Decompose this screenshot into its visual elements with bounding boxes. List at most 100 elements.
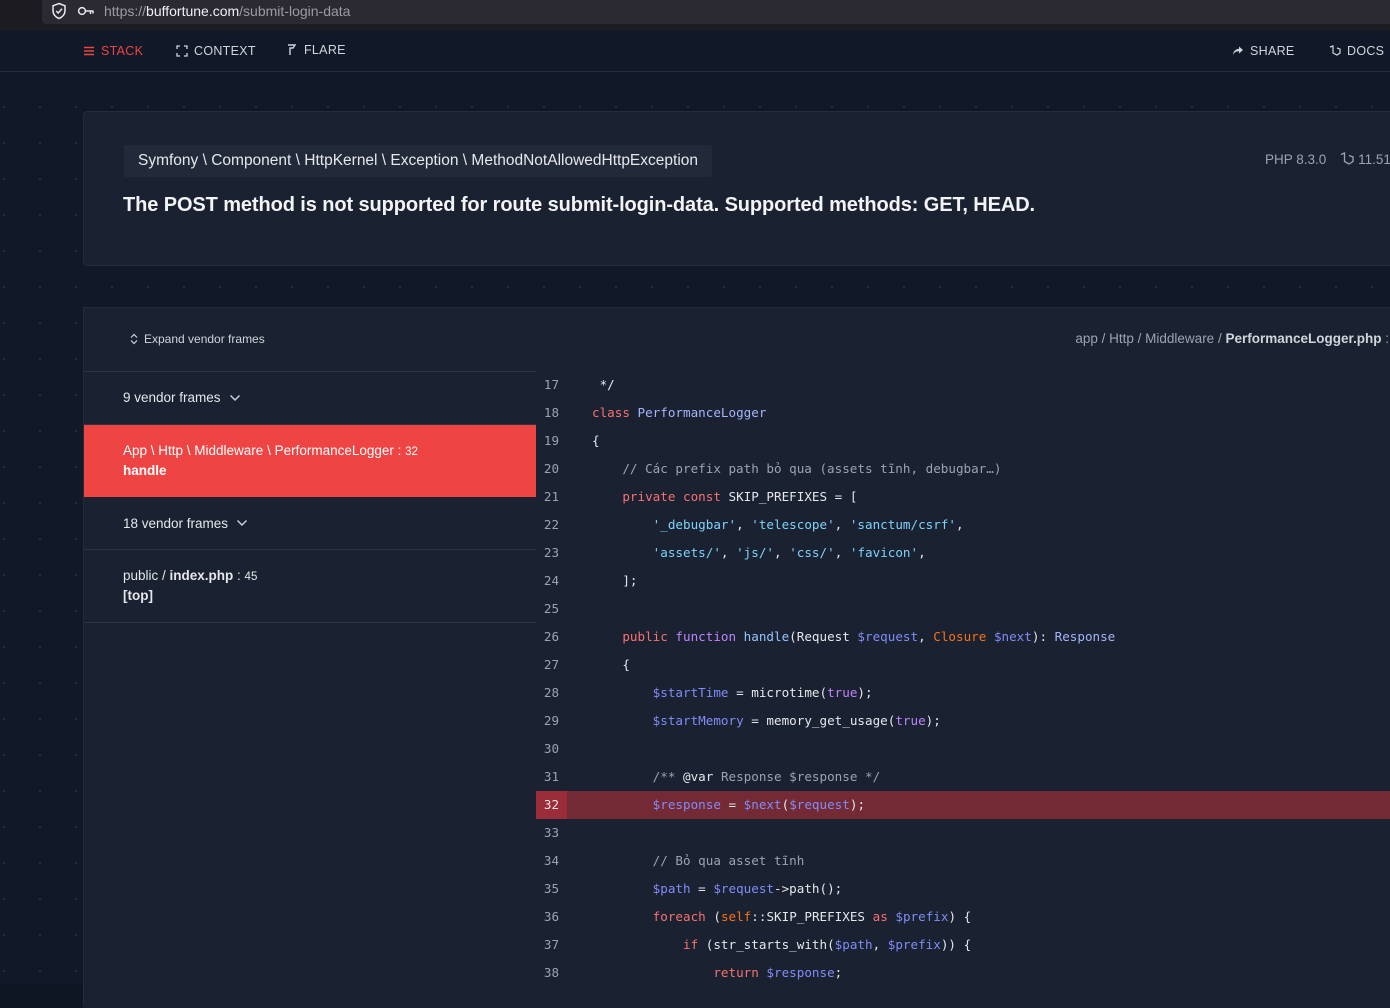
line-number[interactable]: 17 [536,371,567,399]
code-line[interactable]: 26 public function handle(Request $reque… [536,623,1390,651]
code-token: private const [622,489,729,504]
code-line[interactable]: 20 // Các prefix path bỏ qua (assets tĩn… [536,455,1390,483]
expand-frame-icon [176,45,188,57]
line-number[interactable]: 20 [536,455,567,483]
nav-flare[interactable]: FLARE [286,43,346,57]
code-token: ): [1031,629,1055,644]
expand-vendor-frames-button[interactable]: Expand vendor frames [130,332,265,346]
code-token: foreach [652,909,714,924]
code-token: Response [1054,629,1116,644]
line-number[interactable]: 26 [536,623,567,651]
code-line[interactable]: 25 [536,595,1390,623]
code-line[interactable]: 31 /** @var Response $response */ [536,763,1390,791]
line-number[interactable]: 35 [536,875,567,903]
nav-stack-label: STACK [101,44,144,58]
address-text[interactable]: https://buffortune.com/submit-login-data [104,3,350,19]
line-number[interactable]: 31 [536,763,567,791]
expand-vendor-frames-label: Expand vendor frames [144,332,265,346]
vendor-frames-label: 18 vendor frames [123,515,229,531]
code-line[interactable]: 36 foreach (self::SKIP_PREFIXES as $pref… [536,903,1390,931]
code-token: 'js/' [736,545,775,560]
code-line[interactable]: 35 $path = $request->path(); [536,875,1390,903]
code-token: ); [849,797,866,812]
line-number[interactable]: 22 [536,511,567,539]
laravel-icon [1341,152,1354,165]
nav-docs[interactable]: DOCS [1329,44,1384,58]
line-number[interactable]: 23 [536,539,567,567]
code-line[interactable]: 17 */ [536,371,1390,399]
stack-frame[interactable]: public / index.php : 45 [top] [84,550,536,623]
exception-class[interactable]: Symfony \ Component \ HttpKernel \ Excep… [124,145,713,177]
code-line[interactable]: 32 $response = $next($request); [536,791,1390,819]
exception-message: The POST method is not supported for rou… [123,194,1036,216]
line-number[interactable]: 18 [536,399,567,427]
code-text: /** @var Response $response */ [592,763,881,791]
code-token: = [690,881,714,896]
code-token: as [872,909,896,924]
code-text: { [592,427,600,455]
code-token: $request [713,881,775,896]
frame-path: public / index.php : 45 [123,568,536,583]
code-line[interactable]: 21 private const SKIP_PREFIXES = [ [536,483,1390,511]
frame-path-prefix: public / [123,568,170,583]
code-line[interactable]: 38 return $response; [536,959,1390,987]
chevron-down-icon [229,394,240,401]
code-token: ); [857,685,873,700]
code-text: // Bỏ qua asset tĩnh [592,847,805,875]
line-number[interactable]: 29 [536,707,567,735]
line-number[interactable]: 19 [536,427,567,455]
nav-context[interactable]: CONTEXT [176,44,256,58]
line-number[interactable]: 30 [536,735,567,763]
code-line[interactable]: 34 // Bỏ qua asset tĩnh [536,847,1390,875]
code-line[interactable]: 37 if (str_starts_with($path, $prefix)) … [536,931,1390,959]
line-number[interactable]: 27 [536,651,567,679]
key-icon[interactable] [77,4,95,18]
code-token: $request [789,797,850,812]
code-line[interactable]: 29 $startMemory = memory_get_usage(true)… [536,707,1390,735]
php-version: PHP 8.3.0 [1265,152,1327,167]
shield-icon[interactable] [50,2,68,20]
code-token: , [774,545,790,560]
line-number[interactable]: 38 [536,959,567,987]
stack-frame-active[interactable]: App \ Http \ Middleware \ PerformanceLog… [84,425,536,497]
code-line[interactable]: 27 { [536,651,1390,679]
line-number[interactable]: 25 [536,595,567,623]
code-text: return $response; [592,959,842,987]
code-line[interactable]: 24 ]; [536,567,1390,595]
line-number[interactable]: 24 [536,567,567,595]
code-viewer: app / Http / Middleware / PerformanceLog… [536,308,1390,1008]
code-text: $path = $request->path(); [592,875,843,903]
vendor-frames-toggle[interactable]: 9 vendor frames [84,371,536,425]
line-number[interactable]: 32 [536,791,567,819]
frame-file: index.php [169,568,234,583]
nav-share[interactable]: SHARE [1232,44,1295,58]
code-token: $next [993,629,1032,644]
code-token: PerformanceLogger [637,405,767,420]
code-token: // Các prefix path bỏ qua (assets tĩnh, … [592,461,1002,476]
code-text: ]; [592,567,637,595]
file-path-prefix: app / Http / Middleware / [1075,331,1226,346]
vendor-frames-toggle[interactable]: 18 vendor frames [84,497,536,550]
file-name: PerformanceLogger.php [1225,331,1382,346]
code-token: = [720,797,744,812]
nav-stack[interactable]: STACK [83,44,143,58]
line-number[interactable]: 34 [536,847,567,875]
code-line[interactable]: 30 [536,735,1390,763]
file-path[interactable]: app / Http / Middleware / PerformanceLog… [1075,331,1389,346]
code-line[interactable]: 28 $startTime = microtime(true); [536,679,1390,707]
code-line[interactable]: 19 { [536,427,1390,455]
code-line[interactable]: 33 [536,819,1390,847]
url-path: /submit-login-data [239,3,351,19]
line-number[interactable]: 33 [536,819,567,847]
url-scheme: https:// [104,3,147,19]
line-number[interactable]: 36 [536,903,567,931]
code-text: */ [592,371,615,399]
code-line[interactable]: 23 'assets/', 'js/', 'css/', 'favicon', [536,539,1390,567]
line-number[interactable]: 28 [536,679,567,707]
line-number[interactable]: 37 [536,931,567,959]
code-line[interactable]: 22 '_debugbar', 'telescope', 'sanctum/cs… [536,511,1390,539]
line-number[interactable]: 21 [536,483,567,511]
code-line[interactable]: 18 class PerformanceLogger [536,399,1390,427]
expand-row: Expand vendor frames [84,308,536,372]
